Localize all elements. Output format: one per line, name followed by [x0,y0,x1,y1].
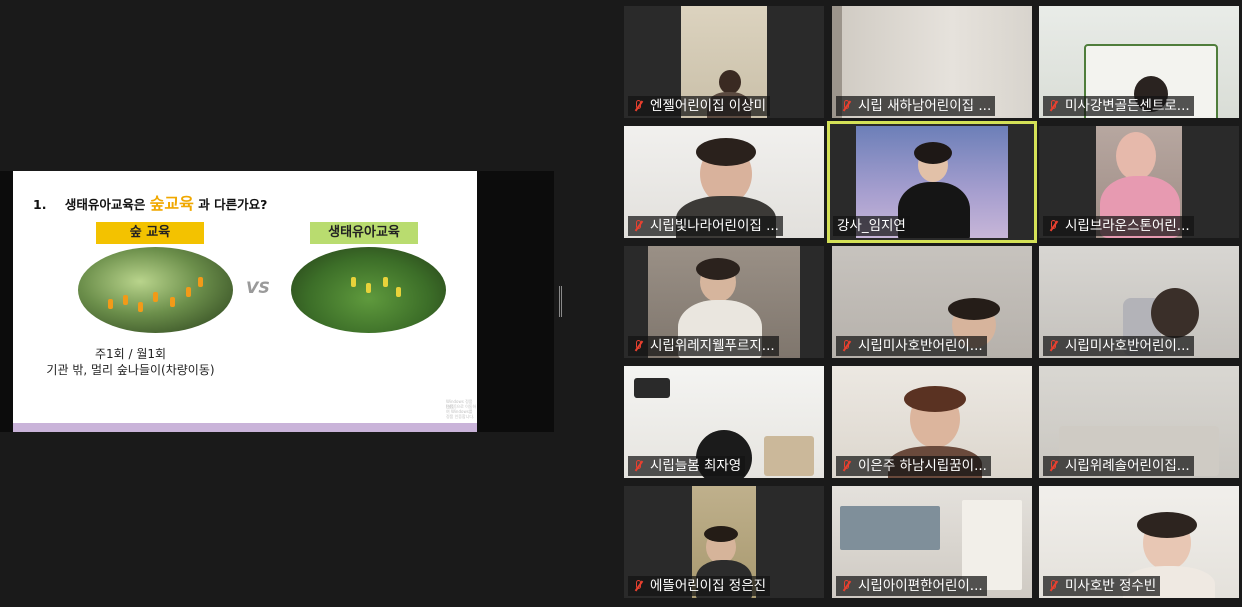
participant-name-label: 시립미사호반어린이... [836,336,987,356]
muted-mic-icon [836,456,858,476]
eco-education-tag: 생태유아교육 [310,222,418,244]
participant-tile[interactable]: 미사강변골든센트로... [1039,6,1239,118]
participant-tile[interactable]: 에뜰어린이집 정은진 [624,486,824,598]
location-text: 기관 밖, 멀리 숲나들이(차량이동) [46,363,215,377]
muted-mic-icon [1043,456,1065,476]
presentation-slide: 1. 생태유아교육은 숲교육 과 다른가요? 숲 교육 생태유아교육 VS 주1… [13,171,477,432]
participant-tile[interactable]: 미사호반 정수빈 [1039,486,1239,598]
frequency-text: 주1회 / 월1회 [94,347,167,361]
slide-title: 1. 생태유아교육은 숲교육 과 다른가요? [33,190,267,214]
participant-tile[interactable]: 엔젤어린이집 이상미 [624,6,824,118]
forest-education-tag: 숲 교육 [96,222,204,244]
participant-tile-active-speaker[interactable]: 강사_임지연 [827,121,1037,243]
muted-mic-icon [1043,336,1065,356]
participant-name-label: 미사호반 정수빈 [1043,576,1161,596]
slide-title-highlight: 숲교육 [149,194,194,213]
participant-tile[interactable]: 이은주 하남시립꿈이... [832,366,1032,478]
participant-name-label: 시립아이편한어린이... [836,576,987,596]
participant-name-label: 시립브라운스톤어린... [1043,216,1194,236]
muted-mic-icon [1043,96,1065,116]
muted-mic-icon [628,336,650,356]
participant-tile[interactable]: 시립빛나라어린이집 ... [624,126,824,238]
muted-mic-icon [628,216,650,236]
slide-title-suffix: 과 다른가요? [198,197,268,212]
participant-name-label: 시립미사호반어린이... [1043,336,1194,356]
slide-title-number: 1. [33,197,47,212]
shared-screen: 1. 생태유아교육은 숲교육 과 다른가요? 숲 교육 생태유아교육 VS 주1… [0,171,554,432]
forest-education-photo [78,247,233,333]
participant-tile[interactable]: 시립늘봄 최자영 [624,366,824,478]
slide-title-prefix: 생태유아교육은 [64,197,146,212]
participant-tile[interactable]: 시립브라운스톤어린... [1039,126,1239,238]
participant-name-label: 시립위레지웰푸르지... [628,336,779,356]
panel-resize-handle[interactable] [559,286,562,317]
participant-name-label: 시립늘봄 최자영 [628,456,746,476]
participant-tile[interactable]: 시립 새하남어린이집 ... [832,6,1032,118]
muted-mic-icon [1043,576,1065,596]
participant-tile[interactable]: 시립미사호반어린이... [1039,246,1239,358]
muted-mic-icon [1043,216,1065,236]
participant-tile[interactable]: 시립아이편한어린이... [832,486,1032,598]
participant-name-label: 시립 새하남어린이집 ... [836,96,996,116]
participant-name-label: 이은주 하남시립꿈이... [836,456,991,476]
muted-mic-icon [628,456,650,476]
activation-watermark-detail: [설정]으로 이동하여 Windows를 정품 인증합니다. [446,404,477,419]
participant-name-label: 엔젤어린이집 이상미 [628,96,771,116]
participant-name-label: 미사강변골든센트로... [1043,96,1194,116]
participant-name-label: 에뜰어린이집 정은진 [628,576,771,596]
participant-name-label: 시립빛나라어린이집 ... [628,216,783,236]
muted-mic-icon [628,576,650,596]
participant-name-label: 강사_임지연 [833,216,910,236]
slide-footer-bar [13,423,477,432]
muted-mic-icon [836,336,858,356]
muted-mic-icon [628,96,650,116]
participant-tile[interactable]: 시립미사호반어린이... [832,246,1032,358]
vs-label: VS [246,278,270,297]
participant-tile[interactable]: 시립위레지웰푸르지... [624,246,824,358]
participant-name-label: 시립위례솔어린이집... [1043,456,1194,476]
muted-mic-icon [836,576,858,596]
participant-tile[interactable]: 시립위례솔어린이집... [1039,366,1239,478]
eco-education-photo [291,247,446,333]
muted-mic-icon [836,96,858,116]
